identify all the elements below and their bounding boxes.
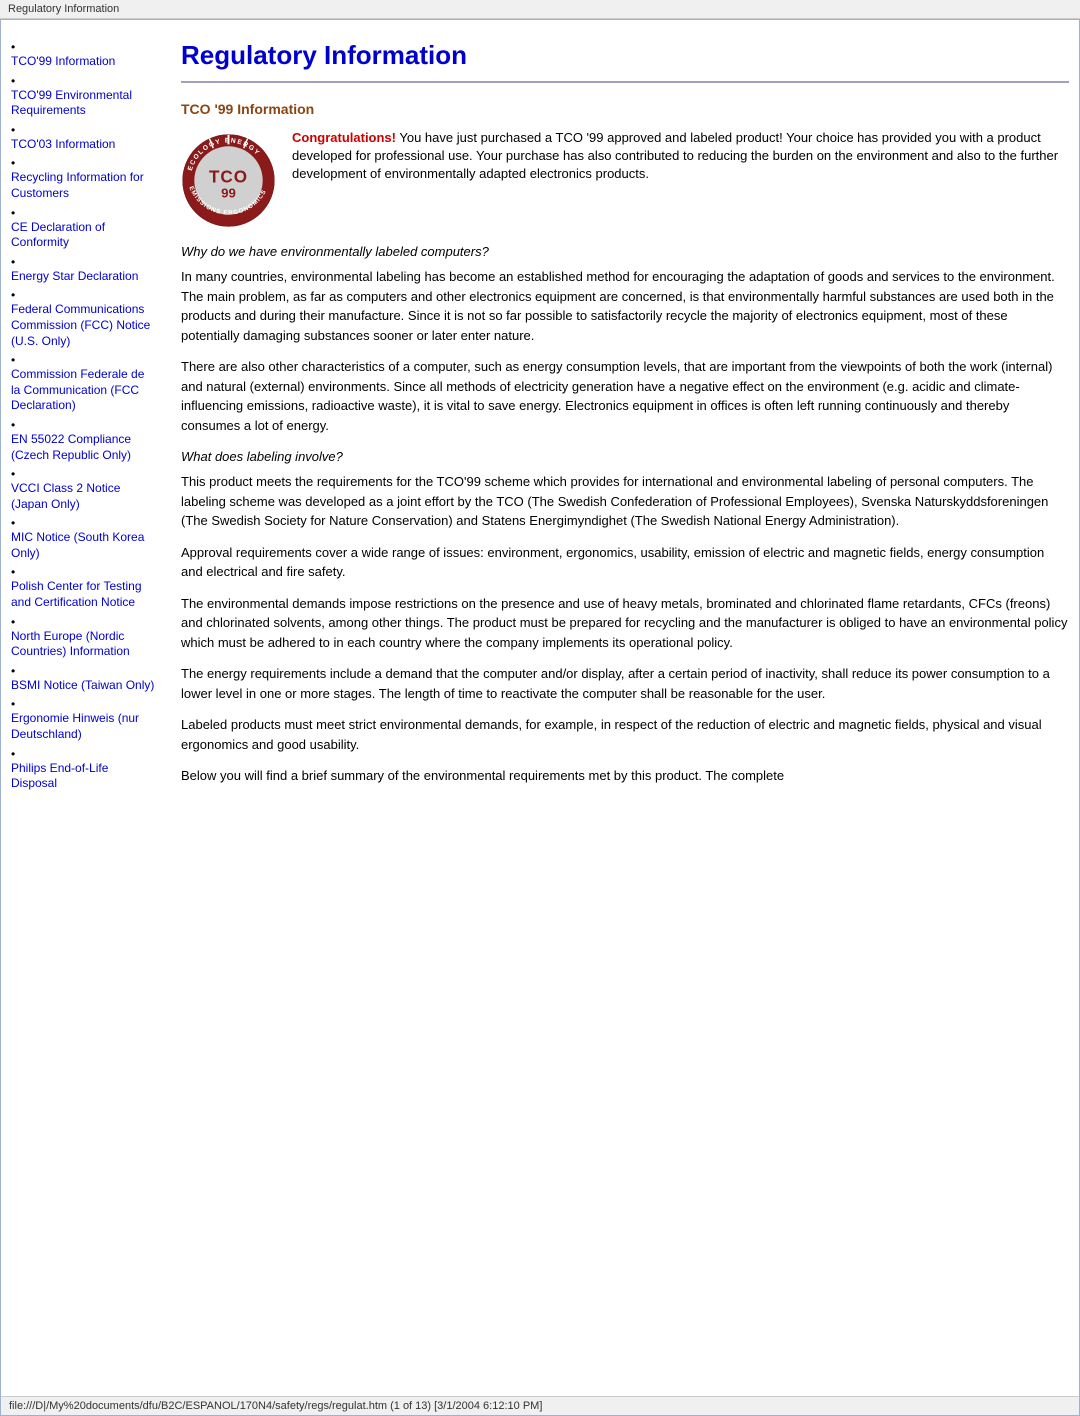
tco-intro-text: Congratulations! You have just purchased…	[292, 129, 1069, 184]
congrats-body: You have just purchased a TCO '99 approv…	[292, 130, 1058, 181]
sidebar-item-commission-fed[interactable]: Commission Federale de la Communication …	[11, 353, 156, 414]
body-para-5: The environmental demands impose restric…	[181, 594, 1069, 653]
tco-intro-block: TCO 99 ECOLOGY ENERGY EMISSIONS ERGONOMI…	[181, 129, 1069, 228]
body-para-7: Labeled products must meet strict enviro…	[181, 715, 1069, 754]
sidebar-item-bsmi[interactable]: BSMI Notice (Taiwan Only)	[11, 664, 156, 694]
sidebar-item-tco99-info[interactable]: TCO'99 Information	[11, 40, 156, 70]
page-title: Regulatory Information	[181, 40, 1069, 71]
sidebar-item-ergonomie[interactable]: Ergonomie Hinweis (nur Deutschland)	[11, 697, 156, 742]
sidebar-item-en55022[interactable]: EN 55022 Compliance (Czech Republic Only…	[11, 418, 156, 463]
sidebar-item-tco03-info[interactable]: TCO'03 Information	[11, 123, 156, 153]
sidebar-item-tco99-env[interactable]: TCO'99 Environmental Requirements	[11, 74, 156, 119]
sidebar: TCO'99 Information TCO'99 Environmental …	[11, 40, 166, 1386]
title-divider	[181, 81, 1069, 83]
sidebar-item-fcc-notice[interactable]: Federal Communications Commission (FCC) …	[11, 288, 156, 349]
status-bar-text: file:///D|/My%20documents/dfu/B2C/ESPANO…	[9, 1400, 542, 1412]
italic-heading-1: Why do we have environmentally labeled c…	[181, 244, 1069, 259]
sidebar-item-ce-declaration[interactable]: CE Declaration of Conformity	[11, 206, 156, 251]
italic-heading-2: What does labeling involve?	[181, 449, 1069, 464]
sidebar-item-polish[interactable]: Polish Center for Testing and Certificat…	[11, 565, 156, 610]
browser-title-bar: Regulatory Information	[0, 0, 1080, 19]
body-para-8: Below you will find a brief summary of t…	[181, 766, 1069, 786]
congrats-label: Congratulations!	[292, 130, 396, 145]
sidebar-item-recycling[interactable]: Recycling Information for Customers	[11, 156, 156, 201]
sidebar-item-north-europe[interactable]: North Europe (Nordic Countries) Informat…	[11, 615, 156, 660]
body-para-1: In many countries, environmental labelin…	[181, 267, 1069, 345]
main-content-area: TCO'99 Information TCO'99 Environmental …	[1, 20, 1079, 1396]
tco99-logo: TCO 99 ECOLOGY ENERGY EMISSIONS ERGONOMI…	[181, 133, 276, 228]
browser-title: Regulatory Information	[8, 3, 119, 15]
status-bar: file:///D|/My%20documents/dfu/B2C/ESPANO…	[1, 1396, 1079, 1415]
page-wrapper: TCO'99 Information TCO'99 Environmental …	[0, 19, 1080, 1416]
body-para-3: This product meets the requirements for …	[181, 472, 1069, 531]
sidebar-item-energy-star[interactable]: Energy Star Declaration	[11, 255, 156, 285]
sidebar-item-vcci[interactable]: VCCI Class 2 Notice (Japan Only)	[11, 467, 156, 512]
main-content: Regulatory Information TCO '99 Informati…	[166, 40, 1069, 1386]
svg-text:99: 99	[221, 186, 236, 201]
body-para-2: There are also other characteristics of …	[181, 357, 1069, 435]
sidebar-item-mic[interactable]: MIC Notice (South Korea Only)	[11, 516, 156, 561]
section-heading-tco99: TCO '99 Information	[181, 101, 1069, 117]
body-para-4: Approval requirements cover a wide range…	[181, 543, 1069, 582]
sidebar-item-philips-disposal[interactable]: Philips End-of-Life Disposal	[11, 747, 156, 792]
svg-text:TCO: TCO	[209, 167, 248, 186]
body-para-6: The energy requirements include a demand…	[181, 664, 1069, 703]
